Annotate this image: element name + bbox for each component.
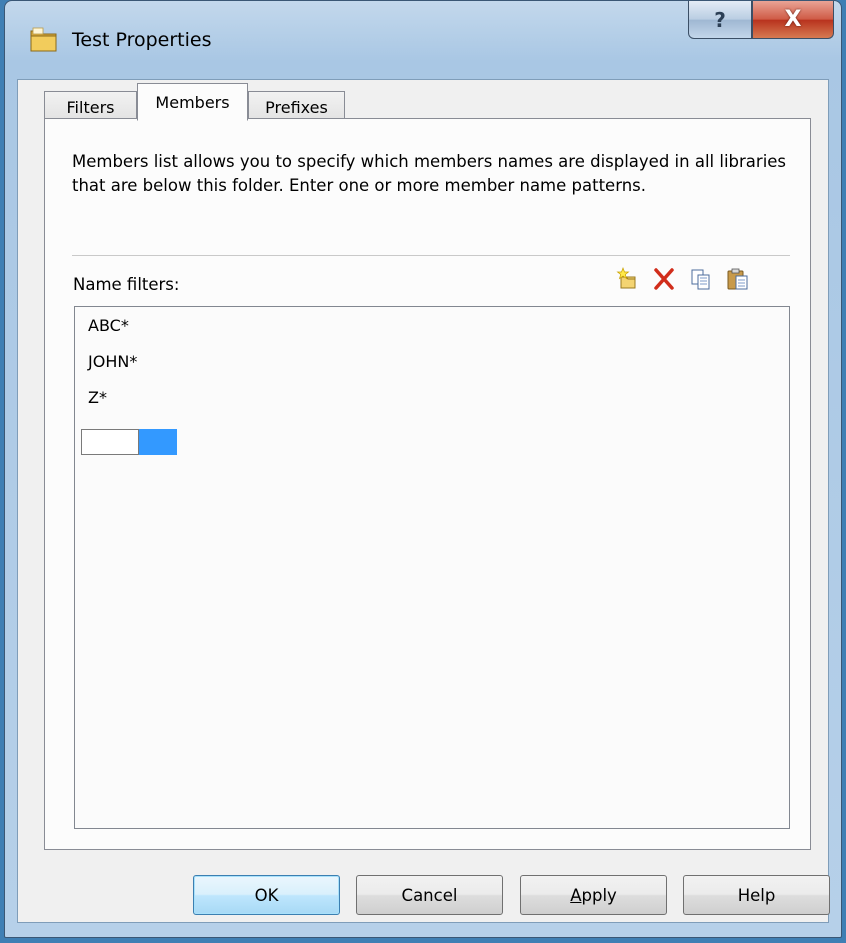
- question-mark-icon: ?: [714, 7, 726, 32]
- window-title: Test Properties: [72, 29, 212, 51]
- help-button[interactable]: Help: [683, 875, 830, 915]
- members-tab-panel: Members list allows you to specify which…: [44, 118, 811, 850]
- paste-filter-button[interactable]: [723, 264, 753, 294]
- tab-members[interactable]: Members: [137, 83, 248, 121]
- members-description: Members list allows you to specify which…: [72, 152, 787, 195]
- copy-filter-button[interactable]: [686, 264, 716, 294]
- new-filter-button[interactable]: [612, 264, 642, 294]
- apply-label: Apply: [570, 886, 617, 905]
- tab-label: Members: [155, 92, 230, 112]
- apply-label-rest: pply: [581, 885, 617, 905]
- list-item[interactable]: Z*: [88, 388, 107, 407]
- close-button[interactable]: X: [752, 1, 834, 39]
- properties-dialog: Test Properties ? X Filters Members Pref…: [4, 0, 842, 938]
- separator: [72, 255, 790, 256]
- cancel-label: Cancel: [401, 885, 458, 905]
- title-bar[interactable]: Test Properties ? X: [5, 1, 841, 79]
- filters-toolbar: [612, 264, 753, 296]
- paste-icon: [727, 268, 748, 290]
- new-filter-input[interactable]: [81, 429, 139, 455]
- list-item[interactable]: ABC*: [88, 316, 129, 335]
- delete-filter-button[interactable]: [649, 264, 679, 294]
- delete-icon: [654, 268, 674, 290]
- help-label: Help: [737, 885, 776, 905]
- tab-label: Prefixes: [265, 98, 328, 117]
- help-title-button[interactable]: ?: [688, 1, 752, 39]
- apply-button[interactable]: Apply: [520, 875, 667, 915]
- cancel-button[interactable]: Cancel: [356, 875, 503, 915]
- new-icon: [616, 267, 636, 289]
- name-filters-list[interactable]: ABC* JOHN* Z*: [74, 306, 790, 829]
- ok-button[interactable]: OK: [193, 875, 340, 915]
- folder-icon: [30, 27, 57, 52]
- selection-highlight: [139, 429, 177, 455]
- dialog-client-area: Filters Members Prefixes Members list al…: [17, 79, 830, 923]
- ok-label: OK: [254, 885, 279, 905]
- copy-icon: [691, 269, 710, 290]
- close-icon: X: [784, 7, 802, 32]
- apply-mnemonic: A: [570, 885, 582, 905]
- list-item[interactable]: JOHN*: [88, 352, 137, 371]
- name-filters-label: Name filters:: [73, 275, 180, 294]
- tab-label: Filters: [66, 98, 115, 117]
